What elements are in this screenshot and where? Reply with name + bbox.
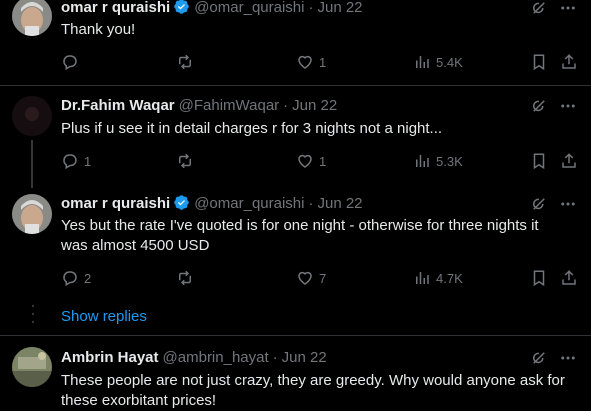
view-count: 4.7K — [436, 270, 463, 286]
timestamp[interactable]: Jun 22 — [317, 195, 362, 212]
show-replies-link[interactable]: Show replies — [61, 308, 147, 325]
timestamp[interactable]: Jun 22 — [292, 97, 337, 114]
tweet-text: Yes but the rate I've quoted is for one … — [61, 217, 539, 254]
bookmark-button[interactable] — [530, 52, 548, 72]
separator: · — [308, 195, 314, 212]
divider — [0, 85, 591, 86]
views-button[interactable]: 5.4K — [413, 52, 463, 72]
repost-button[interactable] — [176, 52, 199, 72]
bookmark-icon — [533, 153, 545, 170]
reply-button[interactable]: 2 — [61, 268, 91, 288]
repost-icon — [179, 54, 191, 70]
like-button[interactable]: 7 — [296, 268, 326, 288]
like-count: 1 — [319, 153, 327, 169]
reply-button[interactable]: 1 — [61, 151, 91, 171]
action-bar: 1 1 5.3K — [61, 151, 581, 171]
author-handle[interactable]: @omar_quraishi — [194, 195, 304, 212]
grok-icon[interactable] — [530, 97, 548, 115]
tweet-text: These people are not just crazy, they ar… — [61, 372, 565, 409]
author-name[interactable]: Dr.Fahim Waqar — [61, 97, 175, 114]
divider — [0, 335, 591, 336]
bookmark-icon — [533, 54, 545, 71]
more-icon[interactable] — [559, 0, 577, 17]
share-icon — [562, 270, 576, 285]
like-button[interactable]: 1 — [296, 52, 326, 72]
collapsed-thread-dots — [31, 303, 35, 332]
thread-line — [31, 140, 33, 188]
more-icon[interactable] — [559, 195, 577, 213]
grok-icon[interactable] — [530, 349, 548, 367]
action-bar: 1 5.4K — [61, 52, 581, 72]
more-icon[interactable] — [559, 97, 577, 115]
reply-count: 2 — [84, 270, 92, 286]
repost-icon — [179, 153, 191, 169]
avatar[interactable] — [12, 194, 52, 234]
reply-icon — [63, 271, 77, 287]
like-count: 7 — [319, 270, 327, 286]
reply-icon — [63, 55, 77, 71]
avatar[interactable] — [12, 347, 52, 387]
repost-button[interactable] — [176, 151, 199, 171]
heart-icon — [298, 55, 312, 69]
views-button[interactable]: 5.3K — [413, 151, 463, 171]
share-button[interactable] — [560, 52, 578, 72]
share-icon — [562, 54, 576, 69]
bookmark-icon — [533, 270, 545, 287]
verified-badge-icon — [173, 194, 190, 217]
analytics-icon — [416, 56, 429, 68]
verified-badge-icon — [173, 0, 190, 21]
timestamp[interactable]: Jun 22 — [317, 0, 362, 16]
reply-button[interactable] — [61, 52, 84, 72]
like-button[interactable]: 1 — [296, 151, 326, 171]
share-icon — [562, 153, 576, 168]
like-count: 1 — [319, 54, 327, 70]
separator: · — [308, 0, 314, 16]
separator: · — [283, 97, 289, 114]
view-count: 5.4K — [436, 54, 463, 70]
analytics-icon — [416, 155, 429, 167]
heart-icon — [298, 271, 312, 285]
view-count: 5.3K — [436, 153, 463, 169]
timestamp[interactable]: Jun 22 — [282, 349, 327, 366]
more-icon[interactable] — [559, 349, 577, 367]
avatar[interactable] — [12, 0, 52, 36]
tweet-text: Thank you! — [61, 21, 136, 38]
views-button[interactable]: 4.7K — [413, 268, 463, 288]
reply-count: 1 — [84, 153, 92, 169]
author-handle[interactable]: @omar_quraishi — [194, 0, 304, 16]
author-handle[interactable]: @FahimWaqar — [179, 97, 280, 114]
tweet-text: Plus if u see it in detail charges r for… — [61, 120, 443, 137]
separator: · — [272, 349, 278, 366]
action-bar: 2 7 4.7K — [61, 268, 581, 288]
analytics-icon — [416, 272, 429, 284]
repost-button[interactable] — [176, 268, 199, 288]
author-handle[interactable]: @ambrin_hayat — [163, 349, 269, 366]
author-name[interactable]: omar r quraishi — [61, 0, 170, 16]
heart-icon — [298, 154, 312, 168]
reply-icon — [63, 154, 77, 170]
bookmark-button[interactable] — [530, 268, 548, 288]
author-name[interactable]: Ambrin Hayat — [61, 349, 159, 366]
repost-icon — [179, 270, 191, 286]
grok-icon[interactable] — [530, 0, 548, 17]
avatar[interactable] — [12, 96, 52, 136]
grok-icon[interactable] — [530, 195, 548, 213]
bookmark-button[interactable] — [530, 151, 548, 171]
share-button[interactable] — [560, 268, 578, 288]
share-button[interactable] — [560, 151, 578, 171]
author-name[interactable]: omar r quraishi — [61, 195, 170, 212]
